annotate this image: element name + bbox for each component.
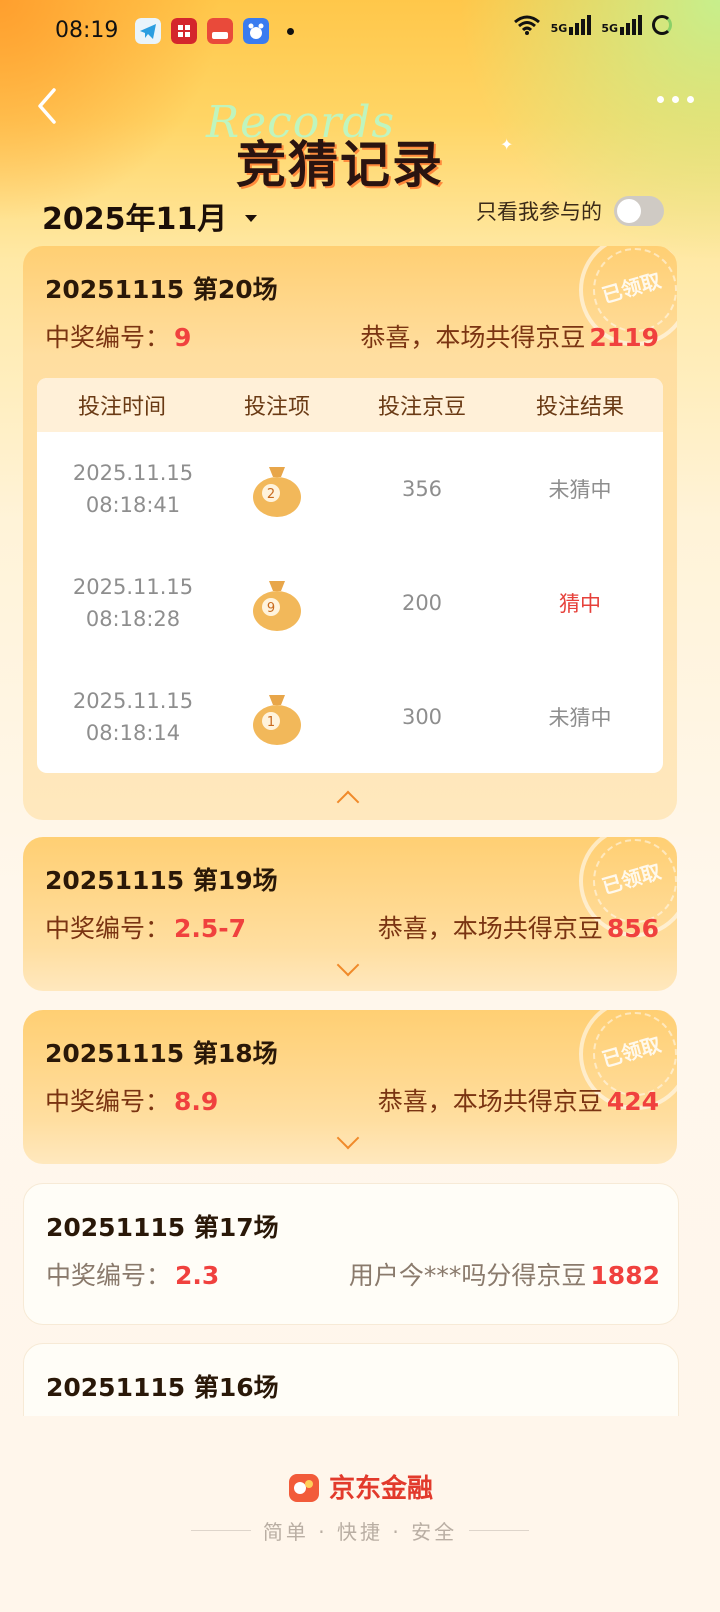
only-mine-toggle[interactable] [614, 196, 664, 226]
back-arrow-icon[interactable] [30, 86, 70, 126]
wifi-icon [513, 15, 540, 35]
col-bet-result: 投注结果 [535, 395, 624, 420]
signal-icon-2: 5G [601, 15, 642, 35]
winning-number: 中奖编号： 2.3 [46, 1261, 220, 1290]
signal-icon: 5G [551, 15, 592, 35]
money-bag-icon: 1 [253, 695, 301, 745]
bet-date: 2025.11.15 [72, 575, 194, 599]
round-card[interactable]: 已领取 20251115 第19场 中奖编号： 2.5-7 恭喜，本场共得京豆 85… [23, 837, 677, 991]
prize-info: 恭喜，本场共得京豆 856 [377, 914, 659, 943]
notification-icons [135, 18, 294, 44]
month-label: 2025年11月 [42, 202, 228, 237]
bet-beans: 300 [401, 705, 443, 729]
col-bet-item: 投注项 [243, 395, 310, 420]
winning-number: 中奖编号： 9 [45, 323, 192, 352]
table-row: 2025.11.15 08:18:14 1 300 未猜中 [37, 660, 663, 773]
more-notifications-dot [287, 27, 294, 35]
bet-time: 08:18:41 [85, 493, 181, 517]
round-title: 20251115 第19场 [45, 866, 278, 895]
baidu-app-icon [243, 18, 269, 44]
bet-beans: 200 [401, 591, 443, 615]
svg-text:9: 9 [267, 601, 275, 616]
page-title-banner: Records 竞猜记录 ✦ [200, 95, 513, 195]
round-title: 20251115 第16场 [46, 1373, 279, 1402]
money-bag-icon: 2 [253, 467, 301, 517]
red-app-icon [171, 18, 197, 44]
table-row: 2025.11.15 08:18:41 2 356 未猜中 [37, 432, 663, 546]
brand-slogan: 简单 · 快捷 · 安全 [262, 1519, 458, 1544]
table-row: 2025.11.15 08:18:28 9 200 猜中 [37, 546, 663, 660]
money-bag-icon: 9 [253, 581, 301, 631]
round-title: 20251115 第20场 [45, 275, 278, 304]
winning-number: 中奖编号： 2.5-7 [45, 914, 247, 943]
winning-number: 中奖编号： 8.9 [45, 1087, 219, 1116]
bet-date: 2025.11.15 [72, 461, 194, 485]
col-bet-beans: 投注京豆 [377, 395, 466, 420]
sparkle-icon: ✦ [500, 135, 514, 154]
only-mine-filter[interactable]: 只看我参与的 [476, 196, 664, 226]
brand-name: 京东金融 [328, 1474, 433, 1504]
svg-text:2: 2 [267, 487, 275, 502]
bet-date: 2025.11.15 [72, 689, 194, 713]
battery-icon [652, 15, 672, 35]
bet-table-header: 投注时间 投注项 投注京豆 投注结果 [37, 378, 663, 432]
prize-info: 恭喜，本场共得京豆 424 [377, 1087, 659, 1116]
telegram-app-icon [135, 18, 161, 44]
round-card[interactable]: 20251115 第17场 中奖编号： 2.3 用户今***吗分得京豆 1882 [23, 1183, 679, 1325]
bet-time: 08:18:14 [85, 721, 181, 745]
only-mine-label: 只看我参与的 [476, 200, 602, 224]
round-card[interactable]: 已领取 20251115 第18场 中奖编号： 8.9 恭喜，本场共得京豆 424 [23, 1010, 677, 1164]
bet-result: 未猜中 [548, 706, 612, 730]
round-title: 20251115 第17场 [46, 1213, 279, 1242]
svg-text:1: 1 [267, 715, 275, 730]
bet-result: 猜中 [559, 592, 601, 616]
jd-finance-logo-icon [288, 1473, 319, 1502]
expand-chevron-icon[interactable] [336, 1126, 360, 1150]
page-title: 竞猜记录 [236, 136, 444, 194]
bet-table: 投注时间 投注项 投注京豆 投注结果 2025.11.15 08:18:41 2 … [37, 378, 663, 773]
round-title: 20251115 第18场 [45, 1039, 278, 1068]
prize-info: 用户今***吗分得京豆 1882 [348, 1261, 660, 1290]
bet-result: 未猜中 [548, 478, 612, 502]
more-options-icon[interactable] [657, 96, 694, 103]
col-bet-time: 投注时间 [77, 395, 166, 420]
month-selector[interactable]: 2025年11月 [42, 194, 258, 238]
collapse-chevron-icon[interactable] [336, 790, 360, 814]
expand-chevron-icon[interactable] [336, 953, 360, 977]
prize-info: 恭喜，本场共得京豆 2119 [360, 323, 659, 352]
footer-branding: 京东金融 简单 · 快捷 · 安全 [0, 1468, 720, 1545]
caret-down-icon [245, 214, 258, 222]
news-app-icon [207, 18, 233, 44]
status-time: 08:19 [55, 18, 119, 43]
status-bar: 08:19 5G 5G [0, 0, 720, 64]
bet-beans: 356 [401, 477, 443, 501]
bet-time: 08:18:28 [85, 607, 181, 631]
round-card: 已领取 20251115 第20场 中奖编号： 9 恭喜，本场共得京豆 2119 投… [23, 246, 677, 820]
